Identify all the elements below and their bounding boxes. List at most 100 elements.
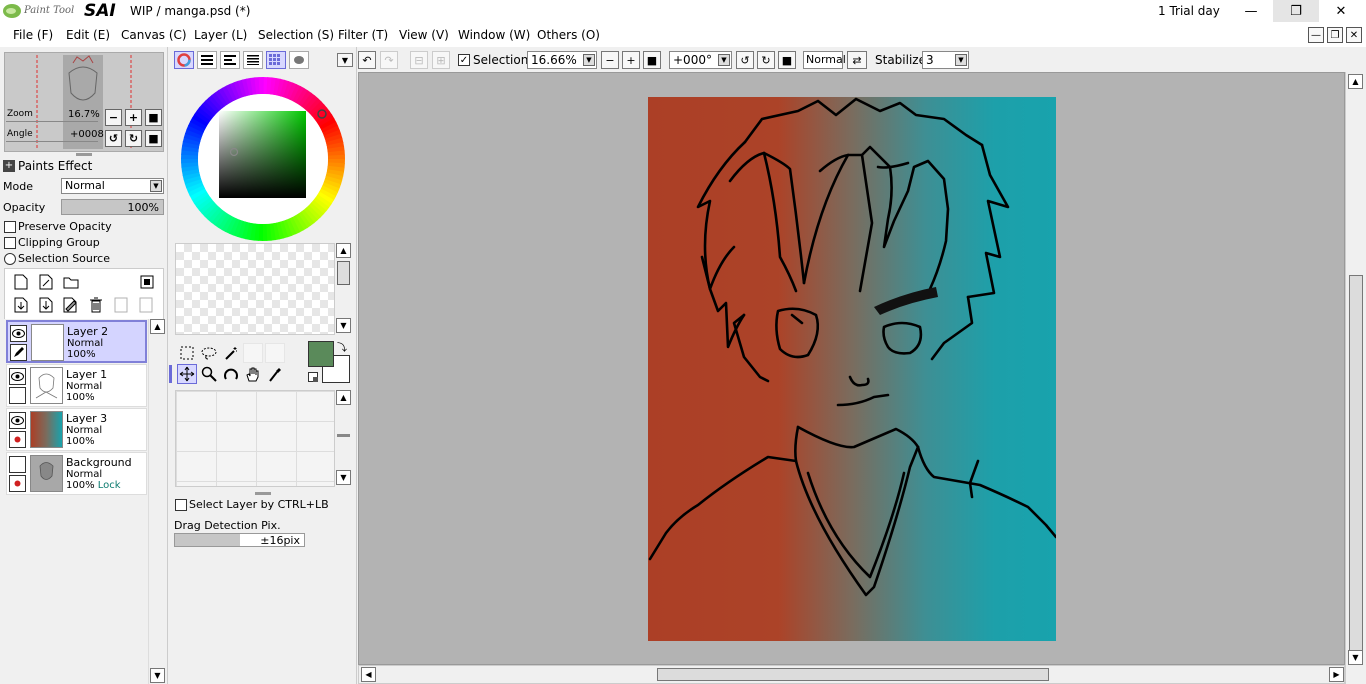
swap-colors-icon[interactable]: ⤵ (337, 339, 347, 354)
menu-edit[interactable]: Edit (E) (66, 28, 110, 42)
edit-target-toggle[interactable] (9, 387, 26, 404)
move-tool-icon[interactable] (177, 364, 197, 384)
scroll-thumb[interactable] (337, 261, 350, 285)
hand-tool-icon[interactable] (243, 364, 263, 384)
tab-rgb-sliders[interactable] (197, 51, 217, 69)
scroll-left-icon[interactable]: ◀ (361, 667, 376, 682)
tab-color-wheel[interactable] (174, 51, 194, 69)
zoom-reset-button[interactable]: ■ (145, 109, 162, 126)
canvas-horizontal-scrollbar[interactable]: ◀ ▶ (358, 665, 1345, 684)
undo-button[interactable]: ↶ (358, 51, 376, 69)
tab-intermediate[interactable] (243, 51, 263, 69)
new-linework-layer-icon[interactable] (36, 272, 56, 292)
scroll-down-icon[interactable]: ▼ (336, 318, 351, 333)
eyedropper-icon[interactable] (265, 364, 285, 384)
tab-swatches[interactable] (266, 51, 286, 69)
delete-layer-icon[interactable] (86, 295, 106, 315)
scroll-up-icon[interactable]: ▲ (1348, 74, 1363, 89)
expand-icon[interactable]: + (3, 160, 15, 172)
rotate-reset-button[interactable]: ■ (145, 130, 162, 147)
toolbar-rotate-left-button[interactable]: ↺ (736, 51, 754, 69)
selection-visible-checkbox[interactable]: ✓ (458, 54, 470, 66)
drag-detection-slider[interactable]: ±16pix (174, 533, 305, 547)
scroll-down-icon[interactable]: ▼ (336, 470, 351, 485)
scroll-thumb[interactable] (1349, 275, 1363, 652)
menu-file[interactable]: File (F) (13, 28, 53, 42)
zoom-tool-icon[interactable] (199, 364, 219, 384)
toolbar-zoom-out-button[interactable]: − (601, 51, 619, 69)
toolbar-dropdown-button[interactable]: ▼ (337, 53, 353, 67)
scroll-up-icon[interactable]: ▲ (150, 319, 165, 334)
edit-target-toggle[interactable] (9, 431, 26, 448)
tool-grid-scrollbar[interactable]: ▲ ▼ (335, 390, 352, 487)
rotate-left-button[interactable]: ↺ (105, 130, 122, 147)
invert-selection-button[interactable]: ⊞ (432, 51, 450, 69)
mdi-minimize-button[interactable]: — (1308, 27, 1324, 43)
mdi-restore-button[interactable]: ❐ (1327, 27, 1343, 43)
clear-layer-icon[interactable] (61, 295, 81, 315)
deselect-button[interactable]: ⊟ (410, 51, 428, 69)
opacity-slider[interactable]: 100% (61, 199, 164, 215)
menu-selection[interactable]: Selection (S) (258, 28, 334, 42)
scroll-right-icon[interactable]: ▶ (1329, 667, 1344, 682)
tool-grid[interactable] (175, 390, 335, 487)
flip-horizontal-button[interactable]: ⇄ (847, 51, 867, 69)
layer-mask-icon[interactable] (137, 272, 157, 292)
scroll-up-icon[interactable]: ▲ (336, 390, 351, 405)
menu-layer[interactable]: Layer (L) (194, 28, 247, 42)
rotate-tool-icon[interactable] (221, 364, 241, 384)
rotate-right-button[interactable]: ↻ (125, 130, 142, 147)
visibility-toggle[interactable] (9, 456, 26, 473)
clipping-group-checkbox[interactable] (4, 237, 16, 249)
artwork-canvas[interactable] (648, 97, 1058, 641)
panel-splitter[interactable] (255, 492, 271, 495)
stabilizer-select[interactable]: 3 ▼ (922, 51, 969, 69)
zoom-slider[interactable] (6, 121, 98, 122)
toolbar-zoom-reset-button[interactable]: ■ (643, 51, 661, 69)
edit-target-toggle[interactable] (9, 475, 26, 492)
minimize-button[interactable]: — (1228, 0, 1274, 22)
scroll-thumb[interactable] (657, 668, 1049, 681)
zoom-select[interactable]: 16.66% ▼ (527, 51, 597, 69)
panel-splitter[interactable] (76, 153, 92, 156)
scratchpad-scrollbar[interactable]: ▲ ▼ (335, 243, 352, 335)
scratchpad-area[interactable] (175, 243, 335, 335)
merge-down-icon[interactable] (36, 295, 56, 315)
rotation-select[interactable]: +000° ▼ (669, 51, 732, 69)
new-layer-icon[interactable] (11, 272, 31, 292)
canvas-vertical-scrollbar[interactable]: ▲ ▼ (1345, 72, 1366, 684)
scroll-thumb[interactable] (337, 434, 350, 437)
mdi-close-button[interactable]: ✕ (1346, 27, 1362, 43)
redo-button[interactable]: ↷ (380, 51, 398, 69)
close-button[interactable]: ✕ (1318, 0, 1364, 22)
mode-select[interactable]: Normal ▼ (61, 178, 164, 194)
apply-mask-icon[interactable] (111, 295, 131, 315)
color-wheel[interactable] (180, 76, 346, 242)
layer-list-scrollbar[interactable]: ▲ ▼ (148, 319, 165, 684)
edit-target-toggle[interactable] (10, 344, 27, 361)
lasso-icon[interactable] (199, 343, 219, 363)
tab-scratchpad[interactable] (289, 51, 309, 69)
angle-slider[interactable] (6, 141, 98, 142)
restore-button[interactable]: ❐ (1273, 0, 1319, 22)
layer-item[interactable]: Layer 3 Normal 100% (6, 408, 147, 451)
select-layer-checkbox[interactable] (175, 499, 187, 511)
visibility-toggle[interactable] (9, 368, 26, 385)
rectangle-select-icon[interactable] (177, 343, 197, 363)
transparent-color-toggle[interactable] (308, 372, 318, 382)
layer-item[interactable]: Layer 2 Normal 100% (6, 320, 147, 363)
toolbar-zoom-in-button[interactable]: + (622, 51, 640, 69)
primary-color-swatch[interactable] (308, 341, 334, 367)
zoom-out-button[interactable]: − (105, 109, 122, 126)
tab-hsv-sliders[interactable] (220, 51, 240, 69)
scroll-down-icon[interactable]: ▼ (150, 668, 165, 683)
menu-view[interactable]: View (V) (399, 28, 449, 42)
layer-item[interactable]: Background Normal 100% Lock (6, 452, 147, 495)
scroll-up-icon[interactable]: ▲ (336, 243, 351, 258)
layer-item[interactable]: Layer 1 Normal 100% (6, 364, 147, 407)
toolbar-rotate-reset-button[interactable]: ■ (778, 51, 796, 69)
delete-mask-icon[interactable] (136, 295, 156, 315)
scroll-down-icon[interactable]: ▼ (1348, 650, 1363, 665)
menu-window[interactable]: Window (W) (458, 28, 530, 42)
menu-filter[interactable]: Filter (T) (338, 28, 388, 42)
